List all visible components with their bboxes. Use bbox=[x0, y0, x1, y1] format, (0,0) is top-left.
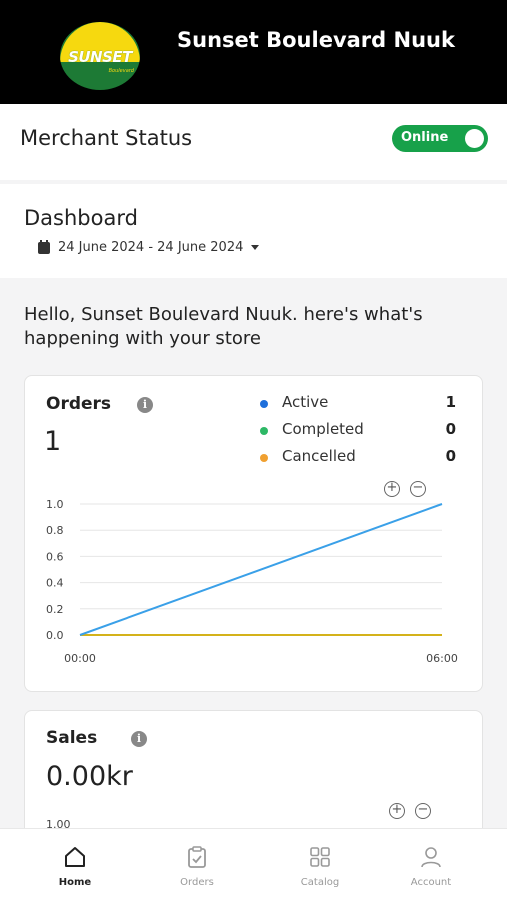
info-icon[interactable]: i bbox=[137, 397, 153, 413]
y-tick-label: 0.0 bbox=[46, 629, 64, 642]
merchant-status-label: Merchant Status bbox=[20, 126, 193, 150]
nav-label: Catalog bbox=[300, 877, 340, 888]
legend-item-completed: Completed 0 bbox=[260, 420, 460, 447]
store-logo: SUNSET Boulevard bbox=[60, 22, 140, 90]
calendar-icon bbox=[38, 239, 50, 254]
catalog-grid-icon bbox=[310, 847, 330, 867]
legend-label: Completed bbox=[282, 420, 364, 438]
sales-title: Sales bbox=[46, 728, 98, 748]
x-tick-label: 06:00 bbox=[426, 652, 458, 665]
orders-clipboard-icon bbox=[188, 846, 206, 868]
y-tick-label: 0.2 bbox=[46, 603, 64, 616]
legend-dot bbox=[260, 400, 268, 408]
y-tick-label: 0.6 bbox=[46, 550, 64, 563]
store-name: Sunset Boulevard Nuuk bbox=[177, 28, 455, 52]
date-range-picker[interactable]: 24 June 2024 - 24 June 2024 bbox=[38, 239, 260, 255]
legend-value: 0 bbox=[445, 420, 456, 438]
toggle-label: Online bbox=[401, 130, 449, 145]
zoom-in-icon[interactable]: + bbox=[389, 803, 405, 819]
legend-item-active: Active 1 bbox=[260, 393, 460, 420]
nav-catalog[interactable]: Catalog bbox=[275, 845, 365, 888]
home-icon bbox=[65, 847, 85, 867]
orders-line-chart: 1.0 0.8 0.6 0.4 0.2 0.000:00 06:00 bbox=[46, 498, 458, 665]
legend-dot bbox=[260, 454, 268, 462]
date-range-text: 24 June 2024 - 24 June 2024 bbox=[58, 240, 244, 255]
legend-label: Cancelled bbox=[282, 447, 356, 465]
info-icon[interactable]: i bbox=[131, 731, 147, 747]
toggle-knob bbox=[465, 129, 484, 148]
app-header: SUNSET Boulevard Sunset Boulevard Nuuk bbox=[0, 0, 507, 104]
legend-value: 0 bbox=[445, 447, 456, 465]
legend-dot bbox=[260, 427, 268, 435]
series-line-active bbox=[79, 503, 443, 636]
legend-item-cancelled: Cancelled 0 bbox=[260, 447, 460, 474]
nav-label: Home bbox=[58, 877, 92, 888]
zoom-out-icon[interactable]: − bbox=[415, 803, 431, 819]
online-toggle[interactable]: Online bbox=[392, 125, 488, 152]
y-tick-label: 1.0 bbox=[46, 498, 64, 511]
legend-value: 1 bbox=[445, 393, 456, 411]
legend-label: Active bbox=[282, 393, 329, 411]
nav-home[interactable]: Home bbox=[30, 845, 120, 888]
dashboard-title: Dashboard bbox=[24, 206, 138, 230]
nav-account[interactable]: Account bbox=[386, 845, 476, 888]
sales-chart-clip: 1.00 bbox=[40, 812, 100, 828]
orders-total: 1 bbox=[44, 426, 62, 457]
y-tick-label: 0.8 bbox=[46, 524, 64, 537]
nav-label: Orders bbox=[180, 877, 214, 888]
nav-orders[interactable]: Orders bbox=[152, 845, 242, 888]
sales-y-tick: 1.00 bbox=[46, 818, 71, 828]
dashboard-bar bbox=[0, 184, 507, 278]
account-person-icon bbox=[421, 847, 441, 868]
orders-title: Orders bbox=[46, 394, 112, 414]
orders-legend: Active 1 Completed 0 Cancelled 0 bbox=[260, 393, 460, 474]
bottom-navigation: Home Orders Catalog Account bbox=[0, 828, 507, 900]
sales-total: 0.00kr bbox=[46, 761, 133, 792]
greeting-text: Hello, Sunset Boulevard Nuuk. here's wha… bbox=[24, 304, 423, 349]
caret-down-icon bbox=[251, 245, 260, 250]
nav-label: Account bbox=[410, 877, 452, 888]
y-tick-label: 0.4 bbox=[46, 577, 64, 590]
x-tick-label: 00:00 bbox=[64, 652, 96, 665]
